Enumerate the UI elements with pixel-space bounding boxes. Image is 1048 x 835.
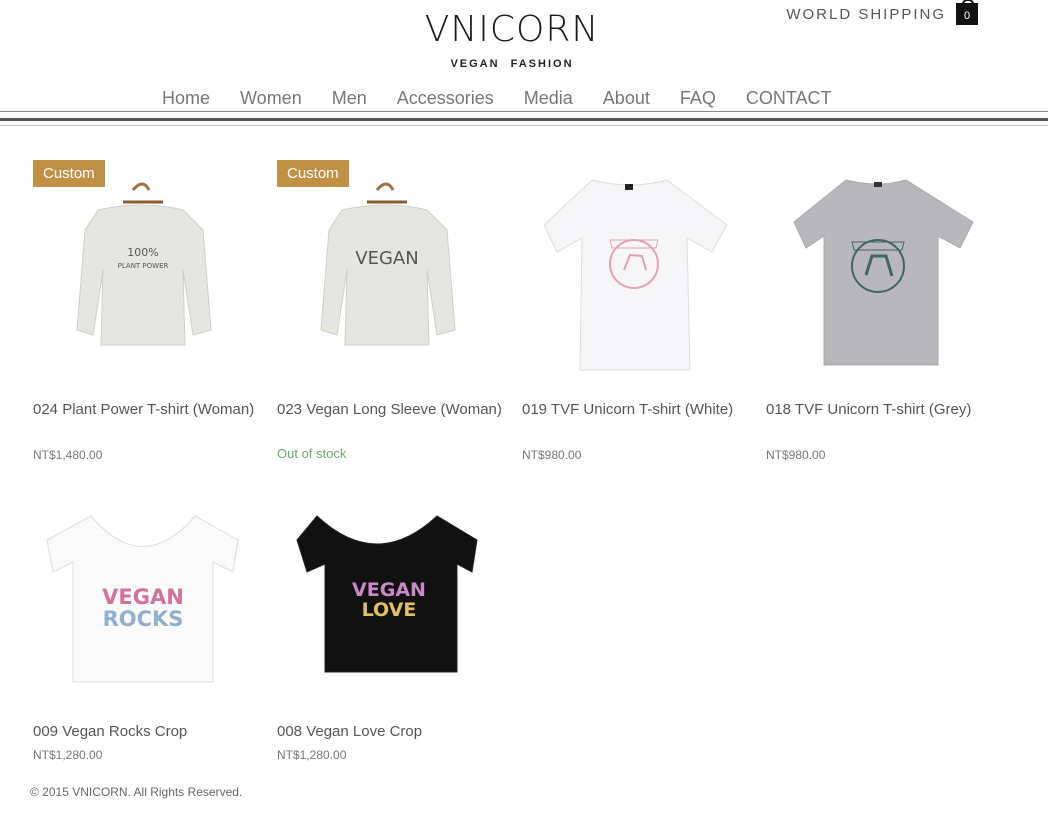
product-price: NT$1,280.00 xyxy=(33,748,103,762)
custom-badge: Custom xyxy=(33,160,105,187)
product-image[interactable] xyxy=(522,160,742,375)
product-name[interactable]: 018 TVF Unicorn T-shirt (Grey) xyxy=(766,400,996,420)
shipping-bar: WORLD SHIPPING 0 xyxy=(786,0,978,25)
shirt-print: VEGAN xyxy=(352,579,426,601)
nav-contact[interactable]: CONTACT xyxy=(731,86,847,110)
shirt-print: 100% xyxy=(127,246,158,259)
product-price: NT$1,280.00 xyxy=(277,748,347,762)
svg-text:ROCKS: ROCKS xyxy=(103,607,184,631)
product-name[interactable]: 009 Vegan Rocks Crop xyxy=(33,722,263,742)
product-name[interactable]: 024 Plant Power T-shirt (Woman) xyxy=(33,400,263,420)
shirt-print: VEGAN xyxy=(355,248,418,269)
cart-icon[interactable]: 0 xyxy=(956,0,978,25)
product-price: NT$980.00 xyxy=(766,448,826,462)
stock-status: Out of stock xyxy=(277,446,347,461)
custom-badge: Custom xyxy=(277,160,349,187)
main-nav: Home Women Men Accessories Media About F… xyxy=(147,86,847,110)
logo-subtitle: VEGAN FASHION xyxy=(450,58,574,70)
nav-media[interactable]: Media xyxy=(509,86,588,110)
product-image[interactable]: VEGAN ROCKS xyxy=(33,492,253,707)
header-divider-thick xyxy=(0,118,1048,121)
product-image[interactable] xyxy=(766,160,986,375)
product-name[interactable]: 023 Vegan Long Sleeve (Woman) xyxy=(277,400,507,420)
nav-about[interactable]: About xyxy=(588,86,665,110)
world-shipping-link[interactable]: WORLD SHIPPING xyxy=(786,6,946,23)
shirt-print: VEGAN xyxy=(102,585,184,609)
product-name[interactable]: 019 TVF Unicorn T-shirt (White) xyxy=(522,400,752,420)
product-image[interactable]: VEGAN xyxy=(277,160,497,375)
nav-accessories[interactable]: Accessories xyxy=(382,86,509,110)
svg-text:LOVE: LOVE xyxy=(362,599,417,621)
nav-women[interactable]: Women xyxy=(225,86,317,110)
header-divider xyxy=(0,111,1048,112)
product-price: NT$980.00 xyxy=(522,448,582,462)
copyright: © 2015 VNICORN. All Rights Reserved. xyxy=(30,785,243,799)
product-image[interactable]: VEGAN LOVE xyxy=(277,492,497,707)
product-price: NT$1,480.00 xyxy=(33,448,103,462)
nav-men[interactable]: Men xyxy=(317,86,382,110)
nav-faq[interactable]: FAQ xyxy=(665,86,731,110)
product-image[interactable]: 100% PLANT POWER xyxy=(33,160,253,375)
nav-home[interactable]: Home xyxy=(147,86,225,110)
product-name[interactable]: 008 Vegan Love Crop xyxy=(277,722,507,742)
svg-text:PLANT POWER: PLANT POWER xyxy=(118,262,169,270)
header-divider-thin xyxy=(0,125,1048,126)
